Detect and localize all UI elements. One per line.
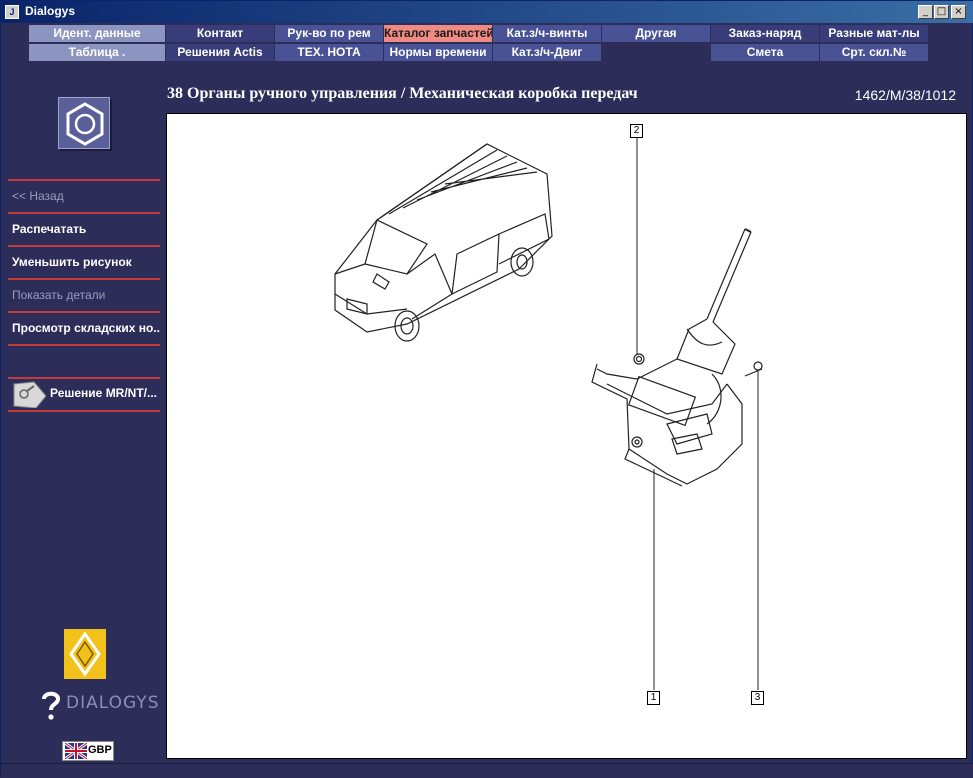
sidebar: << Назад Распечатать Уменьшить рисунок П… [8, 61, 160, 771]
menu-row2-item-3[interactable]: Нормы времени [384, 44, 492, 61]
parts-catalog-logo-icon [58, 97, 110, 149]
dialogys-brand-text: DIALOGYS [66, 693, 160, 713]
menu-row1-item-1[interactable]: Контакт [166, 25, 274, 42]
question-mark-icon [42, 691, 61, 720]
menu-row2-item-0[interactable]: Таблица . [29, 44, 165, 61]
currency-code: GBP [88, 744, 112, 756]
menu-row2-item-2[interactable]: ТЕХ. НОТА [275, 44, 383, 61]
minimize-button[interactable]: _ [918, 5, 933, 19]
menu-row2-item-7[interactable]: Срт. скл.№ [820, 44, 928, 61]
menu-row1-item-4[interactable]: Кат.з/ч-винты [493, 25, 601, 42]
zoom-out-button[interactable]: Уменьшить рисунок [8, 247, 160, 280]
menu-row1-item-3[interactable]: Каталог запчастей [384, 25, 492, 42]
page-title: 38 Органы ручного управления / Механичес… [167, 85, 638, 102]
van-illustration [334, 143, 553, 342]
diagram-canvas[interactable]: 2 1 3 [166, 113, 967, 759]
menu-row1-item-2[interactable]: Рук-во по рем [275, 25, 383, 42]
menu-row1-item-6[interactable]: Заказ-наряд [711, 25, 819, 42]
solution-mr-nt-button[interactable]: Решение MR/NT/... [8, 378, 160, 412]
maximize-button[interactable]: □ [934, 5, 949, 19]
dialogys-logo: DIALOGYS [38, 689, 158, 721]
show-details-button[interactable]: Показать детали [8, 280, 160, 313]
menu-row1-item-5[interactable]: Другая [602, 25, 710, 42]
callout-3[interactable]: 3 [751, 691, 764, 705]
close-button[interactable]: × [951, 5, 966, 19]
callout-2[interactable]: 2 [630, 124, 643, 138]
status-bar [1, 763, 973, 778]
uk-flag-icon [65, 743, 87, 759]
window-title: Dialogys [25, 4, 76, 18]
sidebar-empty-item [8, 346, 160, 379]
print-button[interactable]: Распечатать [8, 214, 160, 247]
back-button[interactable]: << Назад [8, 181, 160, 214]
language-selector[interactable]: GBP [62, 741, 114, 761]
stock-view-button[interactable]: Просмотр складских но... [8, 313, 160, 346]
menu-row2-item-5 [602, 44, 710, 61]
callout-1[interactable]: 1 [647, 691, 660, 705]
renault-logo [64, 629, 106, 679]
application-window: J Dialogys _ □ × Идент. данные Контакт Рук… [0, 0, 973, 778]
java-app-icon: J [5, 5, 19, 19]
menu-row1-item-7[interactable]: Разные мат-лы [820, 25, 928, 42]
gearshift-assembly [591, 228, 763, 487]
solution-label: Решение MR/NT/... [50, 386, 158, 400]
menu-row1-item-0[interactable]: Идент. данные [29, 25, 165, 42]
diagram-reference: 1462/M/38/1012 [854, 87, 956, 103]
menu-row2-item-1[interactable]: Решения Actis [166, 44, 274, 61]
menu-row2-item-6[interactable]: Смета [711, 44, 819, 61]
menu-row2-item-4[interactable]: Кат.з/ч-Двиг [493, 44, 601, 61]
title-bar: J Dialogys _ □ × [1, 1, 973, 23]
solution-wrench-icon [13, 381, 46, 408]
